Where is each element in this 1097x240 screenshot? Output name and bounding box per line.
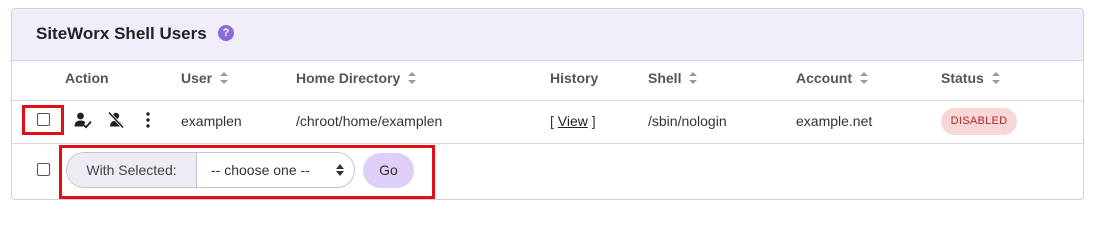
history-view-link[interactable]: View — [558, 113, 588, 129]
column-header-home-directory[interactable]: Home Directory — [296, 70, 417, 86]
user-disable-icon[interactable] — [107, 111, 125, 129]
history-bracket-close: ] — [591, 113, 596, 129]
sort-icon[interactable] — [220, 72, 229, 84]
column-header-shell-label: Shell — [648, 70, 682, 86]
column-header-user-label: User — [181, 70, 213, 86]
column-header-action-label: Action — [65, 70, 109, 86]
bulk-action-select[interactable]: -- choose one -- — [197, 153, 354, 187]
cell-home-directory: /chroot/home/examplen — [296, 113, 443, 129]
row-divider — [12, 143, 1083, 144]
cell-account: example.net — [796, 113, 873, 129]
cell-history: [ View ] — [550, 113, 596, 129]
shell-users-panel: SiteWorx Shell Users ? Action User Home … — [11, 8, 1084, 200]
sort-icon[interactable] — [991, 72, 1000, 84]
sort-icon[interactable] — [689, 72, 698, 84]
panel-title: SiteWorx Shell Users — [36, 24, 207, 43]
cell-user: examplen — [181, 113, 242, 129]
column-header-status[interactable]: Status — [941, 70, 1000, 86]
history-bracket-open: [ — [550, 113, 554, 129]
column-header-shell[interactable]: Shell — [648, 70, 698, 86]
with-selected-label: With Selected: — [67, 153, 197, 187]
column-header-account-label: Account — [796, 70, 852, 86]
cell-shell: /sbin/nologin — [648, 113, 727, 129]
column-header-account[interactable]: Account — [796, 70, 868, 86]
column-header-user[interactable]: User — [181, 70, 229, 86]
go-button[interactable]: Go — [363, 153, 414, 188]
column-header-history: History — [550, 70, 598, 86]
bulk-action-select-value: -- choose one -- — [211, 162, 310, 178]
column-header-history-label: History — [550, 70, 599, 86]
column-header-home-directory-label: Home Directory — [296, 70, 401, 86]
select-caret-icon — [336, 163, 344, 177]
status-badge: DISABLED — [941, 108, 1017, 135]
header-divider — [12, 100, 1083, 101]
row-select-checkbox[interactable] — [37, 113, 50, 126]
with-selected-group: With Selected: -- choose one -- — [66, 152, 355, 188]
select-all-checkbox[interactable] — [37, 163, 50, 176]
column-header-action: Action — [65, 70, 109, 86]
panel-header: SiteWorx Shell Users ? — [12, 9, 1083, 61]
user-edit-icon[interactable] — [74, 111, 92, 129]
sort-icon[interactable] — [408, 72, 417, 84]
more-vertical-icon[interactable] — [144, 111, 152, 129]
help-icon[interactable]: ? — [218, 25, 234, 41]
sort-icon[interactable] — [860, 72, 868, 84]
column-header-status-label: Status — [941, 70, 984, 86]
